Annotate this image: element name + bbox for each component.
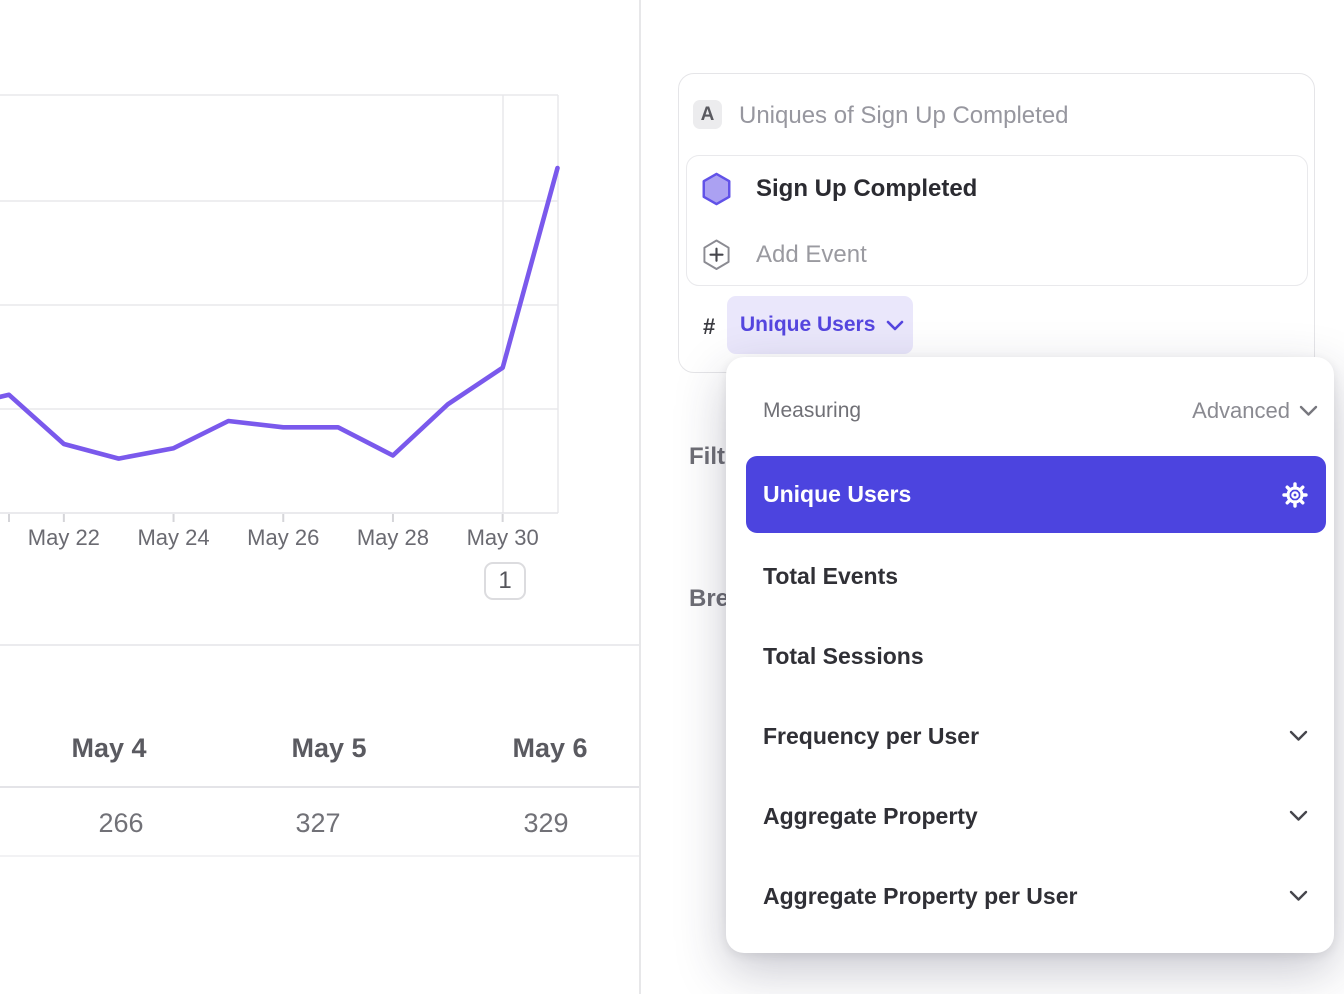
table-header-cell: May 6 [512,733,587,764]
measuring-option[interactable]: Aggregate Property [746,786,1326,846]
measuring-option-label: Aggregate Property [763,803,978,830]
table-value-cell: 329 [523,808,568,839]
metric-selector-chip[interactable]: Unique Users [727,296,913,354]
pagination-badge[interactable]: 1 [484,562,526,600]
measuring-option-label: Aggregate Property per User [763,883,1077,910]
metric-chip-label: Unique Users [740,313,875,337]
query-title: Uniques of Sign Up Completed [739,102,1069,130]
table-header-cell: May 4 [71,733,146,764]
chevron-down-icon [886,320,904,331]
measuring-option[interactable]: Total Sessions [746,626,1326,686]
measuring-option[interactable]: Aggregate Property per User [746,866,1326,926]
event-hexagon-icon [701,172,732,206]
analytics-screen: May 22 May 24 May 26 May 28 May 30 1 May 4 Ma… [0,0,1344,994]
table-value-cell: 266 [98,808,143,839]
measuring-dropdown: Measuring Advanced Unique Users Total Eve… [726,357,1334,953]
measuring-option-selected[interactable]: Unique Users [746,456,1326,533]
chevron-down-icon [1299,405,1318,417]
measuring-option-label: Unique Users [763,481,911,508]
x-axis-tick-label: May 26 [247,525,319,551]
chevron-down-icon [1289,890,1308,902]
measuring-option[interactable]: Total Events [746,546,1326,606]
x-axis-tick-label: May 22 [28,525,100,551]
add-event-button[interactable]: Add Event [701,233,867,277]
line-chart [0,0,640,524]
x-axis-tick-label: May 30 [467,525,539,551]
event-name: Sign Up Completed [756,175,977,203]
advanced-mode-selector[interactable]: Advanced [1192,398,1318,424]
filter-section-label: Filt [689,443,725,471]
series-badge: A [693,100,722,129]
add-event-plus-icon [701,239,732,271]
add-event-label: Add Event [756,241,867,269]
table-bottom-divider [0,855,641,857]
advanced-label: Advanced [1192,398,1290,424]
event-row-sign-up-completed[interactable]: Sign Up Completed [701,167,977,211]
table-top-divider [0,644,641,646]
metric-hash-symbol: # [703,314,715,340]
panel-divider [639,0,641,994]
event-list-card: Sign Up Completed Add Event [686,155,1308,286]
x-axis-tick-label: May 24 [137,525,209,551]
table-header-cell: May 5 [291,733,366,764]
query-card: A Uniques of Sign Up Completed Sign Up C… [678,73,1315,373]
measuring-option[interactable]: Frequency per User [746,706,1326,766]
table-header-divider [0,786,641,788]
table-value-cell: 327 [295,808,340,839]
breakdown-section-label: Bre [689,585,729,613]
measuring-option-label: Total Sessions [763,643,924,670]
measuring-option-label: Total Events [763,563,898,590]
measuring-option-label: Frequency per User [763,723,979,750]
chevron-down-icon [1289,810,1308,822]
x-axis-tick-label: May 28 [357,525,429,551]
measuring-label: Measuring [763,399,861,423]
chevron-down-icon [1289,730,1308,742]
gear-icon[interactable] [1280,480,1310,510]
